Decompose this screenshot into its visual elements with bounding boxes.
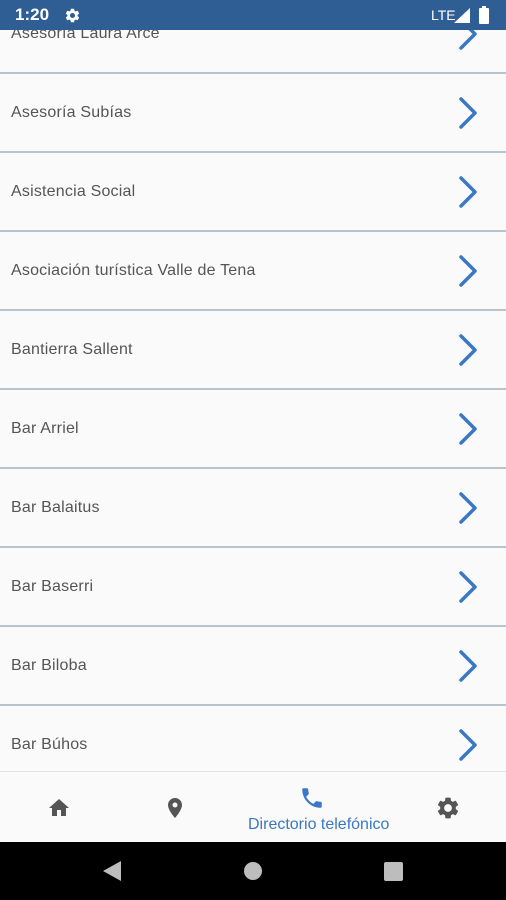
nav-home-button[interactable] (0, 772, 126, 843)
nav-directory-label: Directorio telefónico (248, 816, 390, 833)
list-item-label: Bar Arriel (11, 419, 79, 437)
status-bar: 1:20 LTE (0, 0, 506, 30)
home-icon (49, 799, 69, 816)
phone-icon (302, 788, 322, 808)
list-item-label: Bantierra Sallent (11, 340, 133, 358)
home-circle-icon[interactable] (243, 861, 263, 881)
list-item-label: Asistencia Social (11, 182, 136, 200)
chevron-right-icon (459, 649, 477, 682)
chevron-right-icon (459, 175, 477, 208)
list-item[interactable]: Bar Búhos (0, 706, 506, 771)
list-item-label: Bar Biloba (11, 656, 87, 674)
back-icon[interactable] (102, 860, 122, 882)
map-pin-icon (168, 798, 182, 818)
chevron-right-icon (459, 333, 477, 366)
chevron-right-icon (459, 570, 477, 603)
list-item-label: Asesoría Subías (11, 103, 132, 121)
chevron-right-icon (459, 96, 477, 129)
directory-list[interactable]: Asesoría Laura Arce Asesoría Subías Asis… (0, 30, 506, 771)
battery-icon (479, 6, 489, 24)
system-navigation-bar (0, 842, 506, 900)
list-item-label: Bar Búhos (11, 735, 88, 753)
list-item-label: Asociación turística Valle de Tena (11, 261, 256, 279)
nav-map-button[interactable] (126, 772, 252, 843)
list-item[interactable]: Bar Biloba (0, 627, 506, 706)
list-item-label: Asesoría Laura Arce (11, 30, 160, 42)
chevron-right-icon (459, 254, 477, 287)
list-item[interactable]: Bar Arriel (0, 390, 506, 469)
list-item[interactable]: Asesoría Laura Arce (0, 30, 506, 74)
settings-icon (437, 797, 459, 819)
gear-icon (65, 8, 80, 23)
list-item[interactable]: Asociación turística Valle de Tena (0, 232, 506, 311)
list-item[interactable]: Asesoría Subías (0, 74, 506, 153)
bottom-navigation: Directorio telefónico (0, 771, 506, 843)
signal-icon (454, 8, 470, 23)
nav-settings-button[interactable] (385, 772, 506, 843)
list-item[interactable]: Bar Balaitus (0, 469, 506, 548)
chevron-right-icon (459, 30, 477, 50)
list-item[interactable]: Asistencia Social (0, 153, 506, 232)
nav-directory-button[interactable]: Directorio telefónico (248, 772, 390, 843)
chevron-right-icon (459, 728, 477, 761)
list-item[interactable]: Bar Baserri (0, 548, 506, 627)
list-item-label: Bar Balaitus (11, 498, 100, 516)
chevron-right-icon (459, 412, 477, 445)
network-type: LTE (431, 7, 456, 23)
list-item[interactable]: Bantierra Sallent (0, 311, 506, 390)
chevron-right-icon (459, 491, 477, 524)
list-item-label: Bar Baserri (11, 577, 94, 595)
status-time: 1:20 (15, 5, 50, 24)
recents-icon[interactable] (384, 862, 403, 881)
